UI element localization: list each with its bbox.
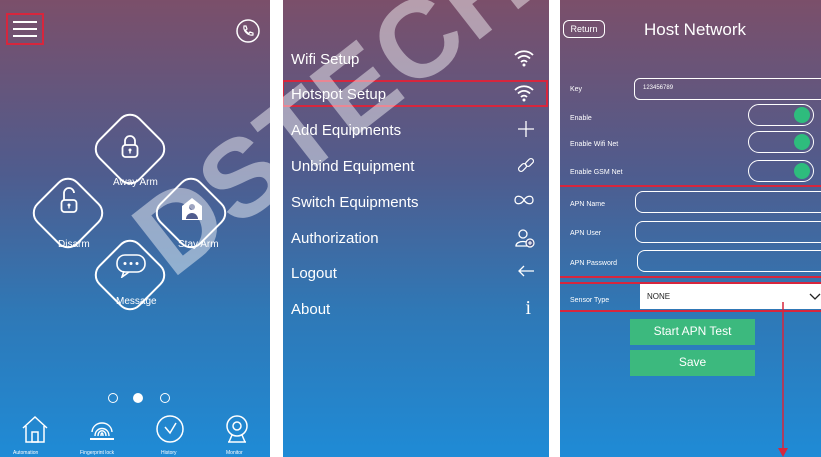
start-apn-test-button[interactable]: Start APN Test [630,319,755,345]
apn-password-field[interactable] [637,250,821,272]
link-icon [517,156,535,177]
annotation-arrow [778,302,788,457]
enable-wifi-toggle[interactable] [748,131,814,153]
page-title: Host Network [644,20,747,39]
tab-fingerprint-lock[interactable]: Fingerprint lock [80,450,114,456]
save-button[interactable]: Save [630,350,755,376]
unlock-icon [60,186,78,214]
automation-house-icon[interactable] [20,414,50,444]
apn-user-label: APN User [570,230,602,237]
fingerprint-icon[interactable] [87,414,117,444]
enable-label: Enable [570,115,592,122]
return-button[interactable]: Return [563,20,605,38]
sensor-type-select[interactable]: NONE [640,284,821,309]
menu-item-label: About [291,301,331,318]
menu-item-label: Authorization [291,230,379,247]
message-label: Message [116,296,157,307]
chevron-down-icon [809,289,821,307]
apn-user-field[interactable] [635,221,821,243]
user-add-icon [515,228,535,251]
apn-name-label: APN Name [570,201,606,208]
tab-history[interactable]: History [161,450,177,456]
hamburger-menu-icon[interactable] [13,20,37,38]
page-dot[interactable] [108,393,118,403]
disarm-label: Disarm [58,239,90,250]
tab-automation[interactable]: Automation [13,450,38,456]
key-value: 123456789 [643,85,674,91]
arrow-left-icon [517,263,535,281]
page-dot[interactable] [160,393,170,403]
plus-icon [517,120,535,141]
menu-item-about[interactable]: About i [283,296,549,322]
info-icon: i [525,297,531,319]
enable-gsm-toggle[interactable] [748,160,814,182]
wifi-icon [513,84,535,105]
sensor-type-label: Sensor Type [570,297,610,304]
page-dot-active[interactable] [133,393,143,403]
tab-monitor[interactable]: Monitor [226,450,243,456]
lock-icon [121,135,139,159]
apn-name-field[interactable] [635,191,821,213]
infinity-icon [513,192,535,210]
wifi-icon [513,49,535,70]
enable-toggle[interactable] [748,104,814,126]
phone-call-icon[interactable] [235,18,261,44]
enable-wifi-label: Enable Wifi Net [570,141,619,148]
key-label: Key [570,86,583,93]
history-clock-icon[interactable] [155,414,185,444]
sensor-type-value: NONE [647,292,671,301]
enable-gsm-label: Enable GSM Net [570,169,623,176]
apn-password-label: APN Password [570,260,618,267]
camera-icon[interactable] [222,414,252,444]
menu-item-label: Logout [291,265,337,282]
message-icon [116,254,146,280]
key-field[interactable]: 123456789 [634,78,821,100]
menu-item-logout[interactable]: Logout [283,260,549,286]
menu-item-authorization[interactable]: Authorization [283,225,549,251]
host-network-screen: Return Host Network Key 123456789 Enable… [560,0,821,457]
